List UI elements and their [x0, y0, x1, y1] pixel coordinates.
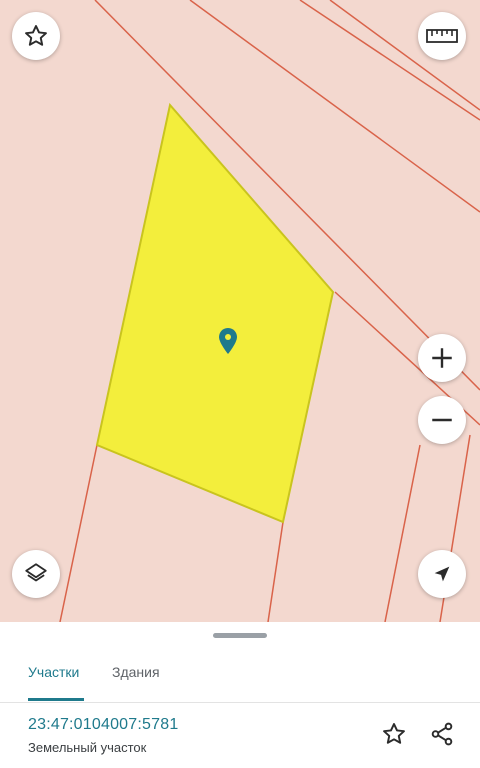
layers-button[interactable]: [12, 550, 60, 598]
minus-icon: [432, 418, 452, 422]
favorite-button[interactable]: [12, 12, 60, 60]
map-view[interactable]: [0, 0, 480, 622]
boundary-line: [267, 521, 284, 622]
share-icon: [431, 722, 453, 746]
bottom-sheet: Участки Здания 23:47:0104007:5781 Земель…: [0, 622, 480, 768]
boundary-line: [384, 444, 421, 622]
ruler-button[interactable]: [418, 12, 466, 60]
parcel-type: Земельный участок: [28, 740, 147, 755]
boundary-line: [329, 0, 480, 111]
tab-bar: Участки Здания: [0, 640, 480, 703]
locate-button[interactable]: [418, 550, 466, 598]
sheet-drag-handle[interactable]: [213, 633, 267, 638]
layers-icon: [25, 563, 47, 582]
favorite-parcel-button[interactable]: [378, 718, 410, 750]
share-button[interactable]: [426, 718, 458, 750]
star-outline-icon: [383, 723, 405, 744]
active-tab-indicator: [28, 698, 84, 701]
zoom-in-button[interactable]: [418, 334, 466, 382]
tab-buildings[interactable]: Здания: [112, 664, 160, 680]
map-canvas: [59, 0, 480, 622]
selected-parcel[interactable]: [95, 102, 335, 524]
navigation-arrow-icon: [434, 566, 450, 582]
plus-icon: [432, 348, 452, 368]
zoom-out-button[interactable]: [418, 396, 466, 444]
cadastral-number[interactable]: 23:47:0104007:5781: [28, 716, 178, 734]
boundary-line: [59, 444, 98, 622]
tab-parcels[interactable]: Участки: [28, 664, 79, 680]
ruler-icon: [426, 29, 458, 43]
star-outline-icon: [25, 25, 47, 46]
